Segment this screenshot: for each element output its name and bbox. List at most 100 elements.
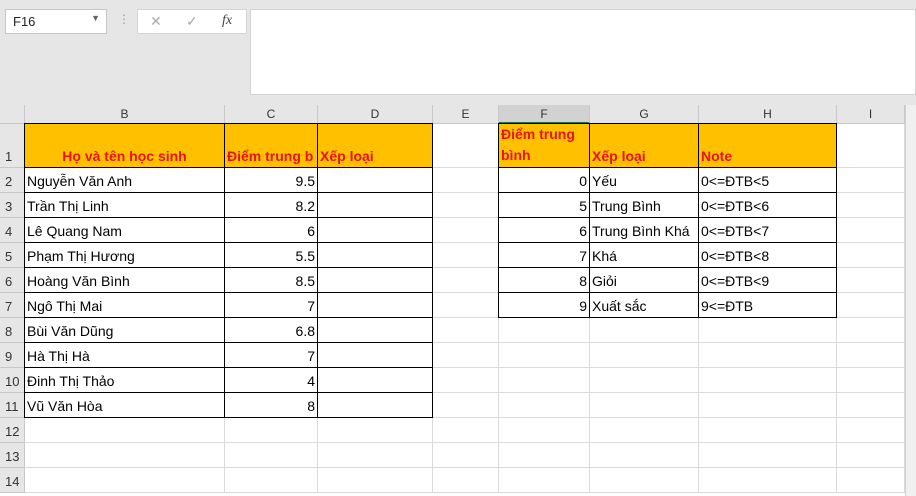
student-score-cell[interactable]: 9.5: [224, 167, 318, 193]
grading-threshold-cell[interactable]: 9: [498, 292, 590, 318]
grading-header-1[interactable]: Xếp loại: [589, 123, 699, 168]
row-header-9[interactable]: 9: [0, 343, 25, 368]
row-header-13[interactable]: 13: [0, 443, 25, 468]
cell-D12[interactable]: [318, 418, 433, 443]
function-icon[interactable]: fx: [222, 13, 232, 29]
cell-F9[interactable]: [499, 343, 590, 368]
column-header-F[interactable]: F: [499, 105, 590, 124]
grading-threshold-cell[interactable]: 8: [498, 267, 590, 293]
cell-G14[interactable]: [590, 468, 699, 493]
column-header-G[interactable]: G: [590, 105, 699, 124]
student-name-cell[interactable]: Ngô Thị Mai: [24, 292, 225, 318]
cell-I4[interactable]: [837, 218, 905, 243]
student-rank-cell[interactable]: [317, 317, 433, 343]
cell-G11[interactable]: [590, 393, 699, 418]
student-rank-cell[interactable]: [317, 267, 433, 293]
student-rank-cell[interactable]: [317, 192, 433, 218]
cell-F11[interactable]: [499, 393, 590, 418]
cancel-icon[interactable]: ✕: [150, 13, 162, 30]
cell-C13[interactable]: [225, 443, 318, 468]
grading-header-2[interactable]: Note: [698, 123, 837, 168]
student-name-cell[interactable]: Hà Thị Hà: [24, 342, 225, 368]
student-name-cell[interactable]: Nguyễn Văn Anh: [24, 167, 225, 193]
cell-G10[interactable]: [590, 368, 699, 393]
cell-G8[interactable]: [590, 318, 699, 343]
student-rank-cell[interactable]: [317, 292, 433, 318]
cell-I11[interactable]: [837, 393, 905, 418]
student-score-cell[interactable]: 7: [224, 342, 318, 368]
cell-E11[interactable]: [433, 393, 499, 418]
cell-I7[interactable]: [837, 293, 905, 318]
cell-E14[interactable]: [433, 468, 499, 493]
cell-E5[interactable]: [433, 243, 499, 268]
cell-F10[interactable]: [499, 368, 590, 393]
cell-B14[interactable]: [25, 468, 225, 493]
grading-note-cell[interactable]: 0<=ĐTB<8: [698, 242, 837, 268]
student-score-cell[interactable]: 4: [224, 367, 318, 393]
grading-threshold-cell[interactable]: 7: [498, 242, 590, 268]
grading-note-cell[interactable]: 9<=ĐTB: [698, 292, 837, 318]
student-score-cell[interactable]: 6: [224, 217, 318, 243]
drag-handle-icon[interactable]: ⋮: [118, 12, 130, 26]
cell-C14[interactable]: [225, 468, 318, 493]
cell-I3[interactable]: [837, 193, 905, 218]
column-header-I[interactable]: I: [837, 105, 905, 124]
student-score-cell[interactable]: 8.5: [224, 267, 318, 293]
cell-H9[interactable]: [699, 343, 837, 368]
student-name-cell[interactable]: Phạm Thị Hương: [24, 242, 225, 268]
grading-note-cell[interactable]: 0<=ĐTB<7: [698, 217, 837, 243]
student-rank-cell[interactable]: [317, 217, 433, 243]
cell-I10[interactable]: [837, 368, 905, 393]
cell-I14[interactable]: [837, 468, 905, 493]
student-score-cell[interactable]: 6.8: [224, 317, 318, 343]
cell-H14[interactable]: [699, 468, 837, 493]
cell-F14[interactable]: [499, 468, 590, 493]
cell-G9[interactable]: [590, 343, 699, 368]
student-name-cell[interactable]: Lê Quang Nam: [24, 217, 225, 243]
cell-E12[interactable]: [433, 418, 499, 443]
student-rank-cell[interactable]: [317, 167, 433, 193]
grading-rank-cell[interactable]: Yếu: [589, 167, 699, 193]
select-all-corner[interactable]: [0, 105, 25, 124]
name-box[interactable]: F16 ▼: [5, 9, 107, 34]
student-header-2[interactable]: Xếp loại: [317, 123, 433, 168]
cell-E2[interactable]: [433, 168, 499, 193]
student-name-cell[interactable]: Đinh Thị Thảo: [24, 367, 225, 393]
cell-D13[interactable]: [318, 443, 433, 468]
student-score-cell[interactable]: 5.5: [224, 242, 318, 268]
cell-F8[interactable]: [499, 318, 590, 343]
student-rank-cell[interactable]: [317, 342, 433, 368]
cell-E13[interactable]: [433, 443, 499, 468]
row-header-7[interactable]: 7: [0, 293, 25, 318]
cell-E7[interactable]: [433, 293, 499, 318]
column-header-H[interactable]: H: [699, 105, 837, 124]
spreadsheet-grid[interactable]: B C D E F G H I 1 2 3 4 5 6 7 8 9 10 11 12 13 14 Họ và tên học…: [0, 105, 905, 496]
column-header-D[interactable]: D: [318, 105, 433, 124]
cell-I1[interactable]: [837, 124, 905, 168]
cell-I9[interactable]: [837, 343, 905, 368]
row-header-12[interactable]: 12: [0, 418, 25, 443]
row-header-2[interactable]: 2: [0, 168, 25, 193]
grading-threshold-cell[interactable]: 0: [498, 167, 590, 193]
grading-rank-cell[interactable]: Khá: [589, 242, 699, 268]
column-header-C[interactable]: C: [225, 105, 318, 124]
grading-rank-cell[interactable]: Giỏi: [589, 267, 699, 293]
grading-rank-cell[interactable]: Xuất sắc: [589, 292, 699, 318]
cell-E1[interactable]: [433, 124, 499, 168]
cell-E9[interactable]: [433, 343, 499, 368]
grading-threshold-cell[interactable]: 5: [498, 192, 590, 218]
cell-B12[interactable]: [25, 418, 225, 443]
student-score-cell[interactable]: 8.2: [224, 192, 318, 218]
cell-H8[interactable]: [699, 318, 837, 343]
cell-G12[interactable]: [590, 418, 699, 443]
grading-rank-cell[interactable]: Trung Bình Khá: [589, 217, 699, 243]
student-name-cell[interactable]: Bùi Văn Dũng: [24, 317, 225, 343]
cell-H13[interactable]: [699, 443, 837, 468]
cell-E10[interactable]: [433, 368, 499, 393]
row-header-8[interactable]: 8: [0, 318, 25, 343]
grading-header-0[interactable]: Điểm trung bình: [498, 123, 590, 168]
cell-F12[interactable]: [499, 418, 590, 443]
check-icon[interactable]: ✓: [186, 13, 198, 30]
student-rank-cell[interactable]: [317, 242, 433, 268]
formula-input[interactable]: [250, 9, 916, 95]
